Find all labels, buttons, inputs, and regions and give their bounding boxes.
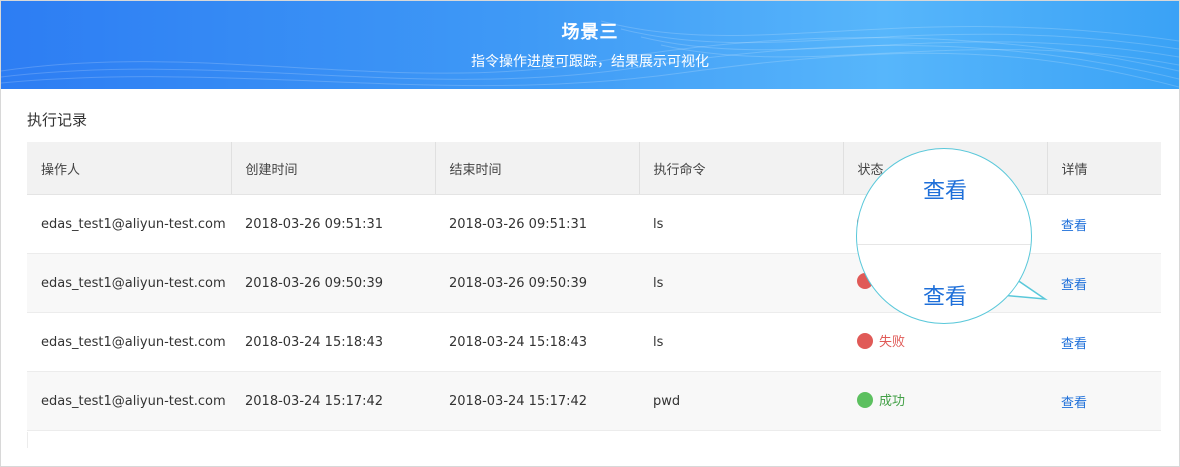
- table-row: edas_test1@aliyun-test.com 2018-03-24 15…: [27, 371, 1161, 431]
- cell-operator: edas_test1@aliyun-test.com: [27, 194, 231, 254]
- cell-command: ls: [639, 253, 843, 313]
- cell-created-time: 2018-03-24 15:17:42: [231, 371, 435, 431]
- banner-title: 场景三: [561, 22, 619, 43]
- cell-operator: edas_test1@aliyun-test.com: [27, 312, 231, 372]
- hero-banner: 场景三 指令操作进度可跟踪，结果展示可视化: [1, 1, 1179, 89]
- app-window: 场景三 指令操作进度可跟踪，结果展示可视化 执行记录 操作人 创建时间 结束时间…: [0, 0, 1180, 467]
- failure-status-dot-icon: [857, 332, 873, 349]
- section-title: 执行记录: [27, 111, 88, 129]
- cell-created-time: 2018-03-26 09:50:39: [231, 253, 435, 313]
- cell-command: ls: [639, 312, 843, 372]
- banner-subtitle: 指令操作进度可跟踪，结果展示可视化: [471, 54, 709, 70]
- magnified-view-link[interactable]: 查看: [857, 173, 1031, 205]
- column-header-detail: 详情: [1047, 142, 1161, 195]
- cell-command: pwd: [639, 371, 843, 431]
- table-row: edas_test1@aliyun-test.com 2018-03-24 15…: [27, 312, 1161, 372]
- cell-created-time: 2018-03-26 09:51:31: [231, 194, 435, 254]
- cell-end-time: 2018-03-24 15:17:42: [435, 371, 639, 431]
- magnifier-callout: 查看 查看: [856, 148, 1032, 324]
- column-header-end-time: 结束时间: [435, 142, 640, 195]
- cell-detail: 查看: [1047, 253, 1161, 313]
- status-badge: 失败: [857, 331, 905, 350]
- view-detail-link[interactable]: 查看: [1061, 219, 1087, 234]
- cell-operator: edas_test1@aliyun-test.com: [27, 253, 231, 313]
- cell-command: ls: [639, 194, 843, 254]
- cell-detail: 查看: [1047, 312, 1161, 372]
- cell-end-time: 2018-03-24 15:18:43: [435, 312, 639, 372]
- status-label: 成功: [879, 394, 906, 410]
- column-header-command: 执行命令: [639, 142, 844, 195]
- view-detail-link[interactable]: 查看: [1061, 337, 1087, 352]
- wave-background-decoration: [1, 20, 1179, 88]
- status-label: 失败: [879, 335, 906, 351]
- magnified-divider: [857, 244, 1031, 245]
- column-header-operator: 操作人: [27, 142, 232, 195]
- view-detail-link[interactable]: 查看: [1061, 278, 1087, 293]
- cell-detail: 查看: [1047, 194, 1161, 254]
- cell-end-time: 2018-03-26 09:50:39: [435, 253, 639, 313]
- magnified-view-link[interactable]: 查看: [857, 279, 1031, 311]
- view-detail-link[interactable]: 查看: [1061, 396, 1087, 411]
- cell-created-time: 2018-03-24 15:18:43: [231, 312, 435, 372]
- column-header-created-time: 创建时间: [231, 142, 436, 195]
- cell-operator: edas_test1@aliyun-test.com: [27, 371, 231, 431]
- cell-detail: 查看: [1047, 371, 1161, 431]
- status-badge: 成功: [857, 390, 905, 409]
- success-status-dot-icon: [857, 391, 873, 408]
- table-bottom-spacer: [27, 432, 1162, 448]
- cell-status: 成功: [843, 371, 1047, 431]
- cell-end-time: 2018-03-26 09:51:31: [435, 194, 639, 254]
